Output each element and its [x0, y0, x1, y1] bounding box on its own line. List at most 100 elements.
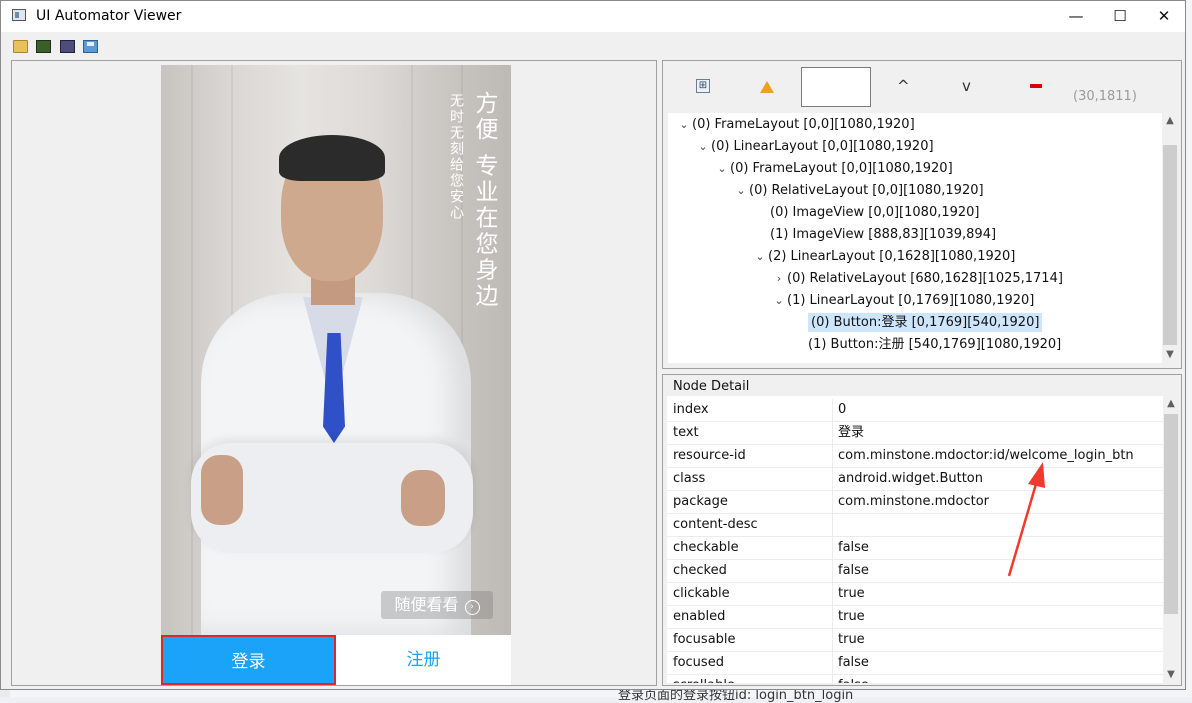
- chevron-down-icon[interactable]: ⌄: [676, 114, 692, 136]
- tree-node-label: (0) ImageView [0,0][1080,1920]: [770, 205, 980, 220]
- tree-node[interactable]: (1) ImageView [888,83][1039,894]: [770, 224, 996, 246]
- minimize-button[interactable]: —: [1053, 1, 1099, 32]
- tree-node[interactable]: (1) Button:注册 [540,1769][1080,1920]: [808, 334, 1061, 356]
- chevron-right-icon[interactable]: ›: [771, 268, 787, 290]
- doctor-hair: [279, 135, 385, 181]
- tree-node-label: (2) LinearLayout [0,1628][1080,1920]: [768, 249, 1016, 264]
- detail-row[interactable]: focused false: [667, 652, 1163, 675]
- chevron-down-icon[interactable]: ⌄: [695, 136, 711, 158]
- detail-row[interactable]: resource-id com.minstone.mdoctor:id/welco…: [667, 445, 1163, 468]
- detail-value: com.minstone.mdoctor: [838, 494, 990, 509]
- detail-row[interactable]: class android.widget.Button: [667, 468, 1163, 491]
- column-divider: [832, 491, 833, 513]
- node-detail-table: index 0 text 登录 resource-id com.minstone.mdoc…: [667, 396, 1163, 683]
- chevron-down-icon[interactable]: ⌄: [733, 180, 749, 202]
- scroll-down-icon[interactable]: ▼: [1163, 667, 1179, 683]
- detail-row[interactable]: text 登录: [667, 422, 1163, 445]
- tree-node[interactable]: ⌄ (1) LinearLayout [0,1769][1080,1920]: [771, 290, 1034, 312]
- scroll-up-icon[interactable]: ▲: [1162, 113, 1178, 129]
- maximize-button[interactable]: ☐: [1097, 1, 1143, 32]
- detail-key: class: [673, 471, 706, 486]
- tree-node-label: (1) ImageView [888,83][1039,894]: [770, 227, 997, 242]
- column-divider: [832, 399, 833, 421]
- detail-key: focused: [673, 655, 724, 670]
- register-button[interactable]: 注册: [336, 635, 511, 685]
- node-detail-title: Node Detail: [672, 379, 751, 394]
- main-toolbar: [1, 32, 1185, 58]
- tree-node[interactable]: ⌄ (0) LinearLayout [0,0][1080,1920]: [695, 136, 934, 158]
- previous-result-icon[interactable]: ^: [897, 77, 910, 95]
- tree-node[interactable]: › (0) RelativeLayout [680,1628][1025,1714…: [771, 268, 1063, 290]
- app-window: UI Automator Viewer — ☐ ✕ 方便 专业在您身边 无时无刻…: [0, 0, 1186, 690]
- chevron-right-icon: ›: [464, 600, 480, 615]
- column-divider: [832, 560, 833, 582]
- close-button[interactable]: ✕: [1141, 1, 1187, 32]
- chevron-down-icon[interactable]: ⌄: [771, 290, 787, 312]
- tree-node[interactable]: ⌄ (0) FrameLayout [0,0][1080,1920]: [676, 114, 914, 136]
- chevron-down-icon[interactable]: ⌄: [714, 158, 730, 180]
- detail-row[interactable]: enabled true: [667, 606, 1163, 629]
- detail-key: resource-id: [673, 448, 746, 463]
- detail-row[interactable]: index 0: [667, 399, 1163, 422]
- detail-key: scrollable: [673, 675, 833, 683]
- detail-key: index: [673, 402, 709, 417]
- detail-row[interactable]: checked false: [667, 560, 1163, 583]
- expand-all-icon[interactable]: ⊞: [696, 79, 710, 93]
- detail-row[interactable]: clickable true: [667, 583, 1163, 606]
- browse-button[interactable]: 随便看看 ›: [381, 591, 493, 619]
- tree-node-label: (0) RelativeLayout [680,1628][1025,1714]: [787, 271, 1063, 286]
- detail-value: false: [838, 540, 869, 555]
- detail-key: checked: [673, 563, 727, 578]
- tree-node-label: (0) Button:登录 [0,1769][540,1920]: [808, 313, 1043, 332]
- tree-node[interactable]: ⌄ (0) RelativeLayout [0,0][1080,1920]: [733, 180, 984, 202]
- detail-row[interactable]: scrollable false: [667, 675, 1163, 683]
- hierarchy-tree: ⌄ (0) FrameLayout [0,0][1080,1920] ⌄ (0) Li…: [668, 113, 1162, 363]
- tree-node[interactable]: (0) Button:登录 [0,1769][540,1920]: [808, 312, 1043, 334]
- detail-row[interactable]: checkable false: [667, 537, 1163, 560]
- scroll-thumb[interactable]: [1164, 414, 1178, 614]
- detail-row[interactable]: content-desc: [667, 514, 1163, 537]
- hierarchy-scrollbar[interactable]: ▲ ▼: [1162, 113, 1178, 363]
- column-divider: [832, 514, 833, 536]
- window-title: UI Automator Viewer: [36, 8, 182, 24]
- save-icon[interactable]: [83, 40, 98, 53]
- column-divider: [832, 537, 833, 559]
- column-divider: [832, 445, 833, 467]
- search-box[interactable]: [801, 67, 871, 107]
- tree-node-label: (1) LinearLayout [0,1769][1080,1920]: [787, 293, 1035, 308]
- column-divider: [832, 606, 833, 628]
- clear-icon[interactable]: [1030, 84, 1042, 88]
- detail-value: true: [838, 586, 865, 601]
- tree-node[interactable]: ⌄ (2) LinearLayout [0,1628][1080,1920]: [752, 246, 1015, 268]
- device-screenshot-icon[interactable]: [36, 40, 51, 53]
- tree-node-label: (0) RelativeLayout [0,0][1080,1920]: [749, 183, 984, 198]
- detail-value: true: [838, 632, 865, 647]
- detail-value: false: [838, 655, 869, 670]
- detail-scrollbar[interactable]: ▲ ▼: [1163, 396, 1179, 683]
- hierarchy-toolbar: ⊞ ^ v (30,1811): [663, 61, 1181, 113]
- device-screenshot[interactable]: 方便 专业在您身边 无时无刻给您安心 随便看看 › 登录 注册: [161, 65, 511, 685]
- login-button[interactable]: 登录: [161, 635, 336, 685]
- tree-node[interactable]: ⌄ (0) FrameLayout [0,0][1080,1920]: [714, 158, 953, 180]
- tree-node[interactable]: (0) ImageView [0,0][1080,1920]: [770, 202, 980, 224]
- detail-key: clickable: [673, 586, 730, 601]
- scroll-down-icon[interactable]: ▼: [1162, 347, 1178, 363]
- scroll-up-icon[interactable]: ▲: [1163, 396, 1179, 412]
- node-detail-panel: index 0 text 登录 resource-id com.minstone.mdoc…: [662, 374, 1182, 686]
- detail-value: 登录: [838, 425, 865, 440]
- tree-node-label: (0) FrameLayout [0,0][1080,1920]: [730, 161, 953, 176]
- device-screenshot-compressed-icon[interactable]: [60, 40, 75, 53]
- detail-key: package: [673, 494, 728, 509]
- auth-bar: 登录 注册: [161, 635, 511, 685]
- chevron-down-icon[interactable]: ⌄: [752, 246, 768, 268]
- next-result-icon[interactable]: v: [962, 77, 971, 95]
- warning-icon[interactable]: [760, 81, 774, 93]
- tree-node-label: (0) LinearLayout [0,0][1080,1920]: [711, 139, 934, 154]
- cursor-coordinates: (30,1811): [1073, 89, 1137, 104]
- tree-node-label: (1) Button:注册 [540,1769][1080,1920]: [808, 337, 1062, 352]
- folder-open-icon[interactable]: [13, 40, 28, 53]
- detail-row[interactable]: package com.minstone.mdoctor: [667, 491, 1163, 514]
- detail-row[interactable]: focusable true: [667, 629, 1163, 652]
- detail-value: false: [838, 563, 869, 578]
- scroll-thumb[interactable]: [1163, 145, 1177, 345]
